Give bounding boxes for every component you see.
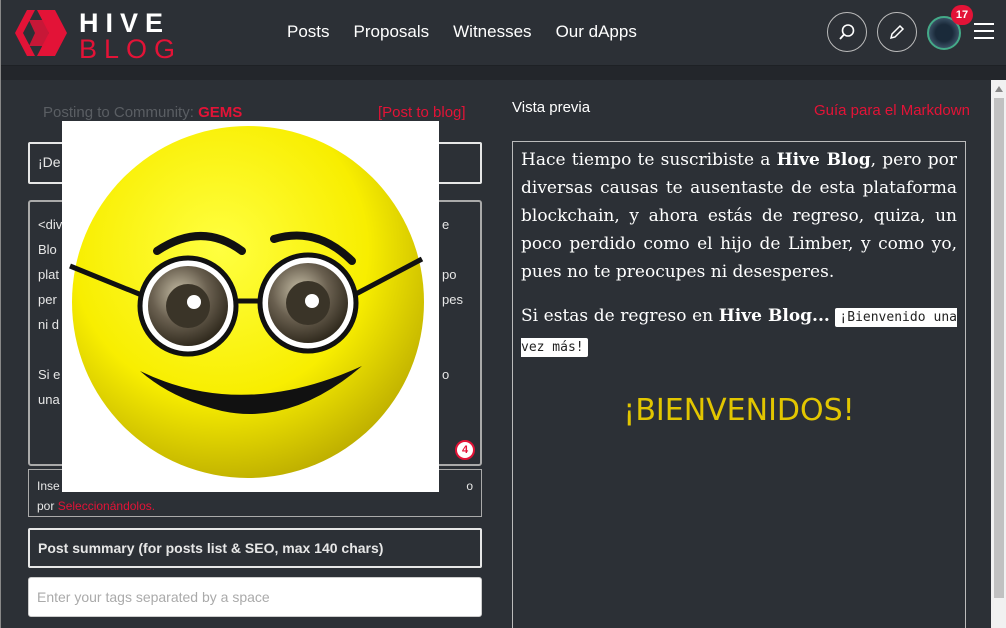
app-frame: HIVE BLOG Posts Proposals Witnesses Our … [0,0,1006,628]
hamburger-icon[interactable] [974,23,994,41]
logo-blog-text: BLOG [79,34,183,64]
preview-paragraph-2: Si estas de regreso en Hive Blog... ¡Bie… [521,302,958,362]
smiley-image-overlay [62,121,439,492]
nav-proposals[interactable]: Proposals [354,22,430,42]
markdown-guide-link[interactable]: Guía para el Markdown [814,102,970,119]
posting-community-label: Posting to Community: GEMS [43,104,242,121]
char-counter-badge: 4 [455,440,475,460]
nav-dapps[interactable]: Our dApps [556,22,637,42]
community-link[interactable]: GEMS [198,104,242,121]
hive-logo-icon[interactable] [15,10,67,56]
pencil-icon [889,24,905,40]
body-fragment: o [442,367,450,382]
p2-bold: Hive Blog... [718,306,830,326]
page-scrollbar[interactable] [991,80,1006,628]
nav-witnesses[interactable]: Witnesses [453,22,531,42]
main-nav: Posts Proposals Witnesses Our dApps [287,22,661,42]
posting-prefix: Posting to Community: [43,104,199,121]
notification-badge[interactable]: 17 [951,5,973,25]
insert-by-text: por [37,499,58,513]
smiley-with-glasses-image [69,126,424,478]
preview-label: Vista previa [512,99,591,116]
scroll-up-arrow-icon[interactable] [995,86,1003,92]
insert-line: por Seleccionándolos. [37,496,473,516]
body-fragment: e [442,217,450,232]
search-button[interactable] [827,12,867,52]
tags-input[interactable]: Enter your tags separated by a space [28,577,482,617]
preview-paragraph-1: Hace tiempo te suscribiste a Hive Blog, … [521,146,957,286]
top-header: HIVE BLOG Posts Proposals Witnesses Our … [1,0,1006,66]
preview-panel: Hace tiempo te suscribiste a Hive Blog, … [512,141,966,628]
nav-posts[interactable]: Posts [287,22,330,42]
logo-wordmark[interactable]: HIVE BLOG [79,8,183,64]
insert-text-end: o [466,479,473,493]
insert-text: Inse [37,479,60,493]
post-to-blog-link[interactable]: [Post to blog] [378,104,466,121]
header-divider [1,66,1006,80]
post-summary-input[interactable]: Post summary (for posts list & SEO, max … [28,528,482,568]
select-images-link[interactable]: Seleccionándolos. [58,499,155,513]
body-fragment: pes [442,292,463,307]
welcome-banner: ¡BIENVENIDOS! [623,393,855,428]
p1-text-a: Hace tiempo te suscribiste a [521,150,777,170]
p1-bold: Hive Blog [776,150,871,170]
p2-text-a: Si estas de regreso en [521,306,719,326]
create-post-button[interactable] [877,12,917,52]
search-icon [839,24,855,40]
logo-hive-text: HIVE [79,8,171,38]
scroll-thumb[interactable] [994,98,1004,598]
body-fragment: po [442,267,457,282]
